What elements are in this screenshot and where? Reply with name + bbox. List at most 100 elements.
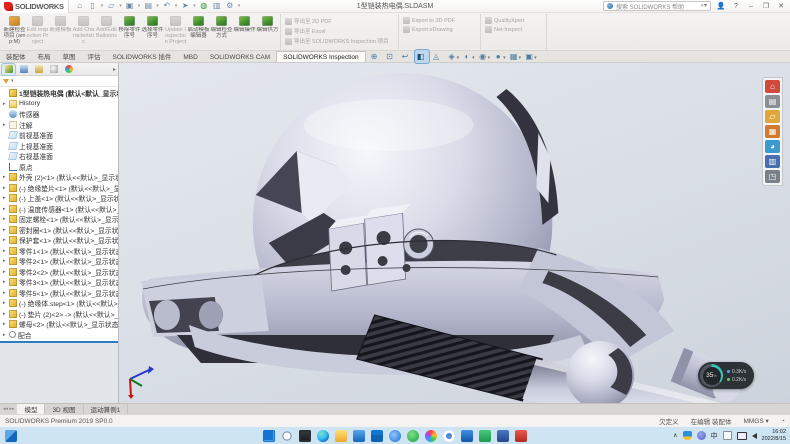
heads-up-button[interactable]: ◐ [461, 50, 476, 63]
ribbon-menu-item[interactable]: QualityXpert [485, 17, 543, 24]
document-tab[interactable]: 模型 [17, 404, 45, 414]
ribbon-button[interactable]: 编辑操作 [233, 14, 256, 50]
tray-chevron-icon[interactable]: ∧ [673, 432, 677, 439]
help-button[interactable]: ? [731, 3, 741, 10]
tab-configurations[interactable] [32, 64, 45, 75]
tree-item[interactable]: 零件2<2> (默认<<默认>_显示状态- [0, 267, 118, 278]
tree-item[interactable]: 1型铠装热电偶 (默认<默认_显示状态-1 [0, 88, 118, 99]
network-monitor-widget[interactable]: 35% 0.3K/s 0.2K/s [698, 362, 754, 389]
task-pane-tab[interactable]: ◳ [765, 170, 780, 183]
ribbon-button[interactable]: Edit Inspection Project [26, 14, 49, 50]
ribbon-menu-item[interactable]: Export to 3D PDF [403, 17, 477, 24]
heads-up-button[interactable]: ● [492, 50, 507, 63]
heads-up-button[interactable]: ⊕ [368, 50, 383, 63]
tree-item[interactable]: 注解 [0, 120, 118, 131]
save-icon[interactable]: ▣ [125, 1, 135, 11]
tree-item[interactable]: 前视基准面 [0, 130, 118, 141]
options-icon[interactable]: ⚙ [225, 1, 235, 11]
ribbon-tab[interactable]: 布局 [32, 49, 57, 62]
taskbar-app-icon[interactable] [479, 430, 491, 442]
ribbon-menu-item[interactable]: 导出至 SOLIDWORKS Inspection 项目 [285, 37, 395, 45]
ribbon-button[interactable]: 编辑供方 [256, 14, 279, 50]
taskbar-app-icon[interactable] [461, 430, 473, 442]
tree-item[interactable]: 右视基准面 [0, 151, 118, 162]
tab-feature-tree[interactable] [2, 64, 15, 75]
ribbon-button[interactable]: 编辑检查方式 [210, 14, 233, 50]
heads-up-button[interactable]: ◈ [446, 50, 461, 63]
ribbon-menu-item[interactable]: Net-Inspect [485, 26, 543, 33]
tab-dimxpert[interactable] [47, 64, 60, 75]
heads-up-button[interactable]: ▣ [523, 50, 538, 63]
tree-item[interactable]: 密封圈<1> (默认<<默认>_显示状态 [0, 225, 118, 236]
chevron-down-icon[interactable] [488, 52, 491, 61]
heads-up-button[interactable]: ⊡ [384, 50, 399, 63]
taskbar-app-icon[interactable] [317, 430, 329, 442]
tree-item[interactable]: 零件1<1> (默认<<默认>_显示状态- [0, 246, 118, 257]
ribbon-menu-item[interactable]: 导出至 Excel [285, 27, 395, 35]
taskbar-app-icon[interactable] [407, 430, 419, 442]
tree-item[interactable]: 保护套<1> (默认<<默认>_显示状态 [0, 235, 118, 246]
taskbar-app-icon[interactable] [335, 430, 347, 442]
tree-item[interactable]: 原点 [0, 162, 118, 173]
tree-item[interactable]: 上视基准面 [0, 141, 118, 152]
tree-item[interactable]: (-) 绝缘垫片<1> (默认<<默认>_显示 [0, 183, 118, 194]
search-icon[interactable]: ⌕▾ [701, 2, 707, 10]
task-pane-tab[interactable]: ▤ [765, 95, 780, 108]
ribbon-button[interactable]: 启动模板编辑器 [187, 14, 210, 50]
ribbon-button[interactable]: 新建检查项目 (amp:M) [3, 14, 26, 50]
chevron-down-icon[interactable] [519, 52, 522, 61]
taskbar-app-icon[interactable] [299, 430, 311, 442]
taskbar-app-icon[interactable] [497, 430, 509, 442]
home-icon[interactable]: ⌂ [75, 1, 85, 11]
select-icon[interactable]: ➤ [180, 1, 190, 11]
status-options-icon[interactable]: ◔ [781, 418, 785, 425]
graphics-viewport[interactable]: ⌂ ▤ ▱ ▦ ◕ [119, 63, 790, 403]
document-tab[interactable]: 运动算例1 [84, 404, 129, 414]
taskbar-app-icon[interactable] [371, 430, 383, 442]
chevron-down-icon[interactable] [534, 52, 537, 61]
units-selector[interactable]: MMGS ▾ [743, 417, 768, 425]
task-pane-tab[interactable]: ◕ [765, 140, 780, 153]
tree-item[interactable]: 零件2<1> (默认<<默认>_显示状态- [0, 256, 118, 267]
widgets-icon[interactable] [5, 430, 17, 442]
task-pane-tab[interactable]: ⌂ [765, 80, 780, 93]
tab-display-manager[interactable] [62, 64, 75, 75]
touch-keyboard-icon[interactable] [723, 431, 732, 440]
heads-up-button[interactable]: ▦ [508, 50, 523, 63]
taskbar-app-icon[interactable] [353, 430, 365, 442]
taskbar-app-icon[interactable] [515, 430, 527, 442]
tree-item[interactable]: (-) 绝缘体.step<1> (默认<<默认>_ [0, 298, 118, 309]
heads-up-button[interactable]: ◧ [415, 50, 430, 63]
heads-up-button[interactable]: ↩ [399, 50, 414, 63]
taskbar-app-icon[interactable] [263, 430, 275, 442]
tree-item[interactable]: 零件5<1> (默认<<默认>_显示状态- [0, 288, 118, 299]
ribbon-tab[interactable]: SOLIDWORKS CAM [204, 52, 276, 62]
tree-item[interactable]: (-) 温度传感器<1> (默认<<默认>_显 [0, 204, 118, 215]
chevron-down-icon[interactable] [457, 52, 460, 61]
ribbon-button[interactable]: 新建模板 [49, 14, 72, 50]
tab-scroll-buttons[interactable]: ◂◂ ▸▸ [0, 404, 17, 414]
help-search-box[interactable]: 搜索 SOLIDWORKS 帮助 ⌕▾ [603, 1, 711, 11]
task-pane-tab[interactable]: ▦ [765, 125, 780, 138]
clock[interactable]: 16:02 2022/8/15 [762, 429, 786, 442]
ribbon-tab[interactable]: SOLIDWORKS Inspection [276, 51, 366, 62]
close-button[interactable]: ✕ [776, 2, 786, 10]
security-shield-icon[interactable] [683, 431, 692, 440]
tree-item[interactable]: (-) 垫片 (2)<2> -> (默认<<默认>_显 [0, 309, 118, 320]
defender-icon[interactable] [697, 431, 706, 440]
tree-item[interactable]: 固定螺栓<1> (默认<<默认>_显示状 [0, 214, 118, 225]
login-icon[interactable]: 👤 [716, 2, 726, 10]
new-document-icon[interactable]: ▯ [88, 1, 98, 11]
task-pane-tab[interactable]: ▱ [765, 110, 780, 123]
ribbon-button[interactable]: Update Inspection Project [164, 14, 187, 50]
taskbar-app-icon[interactable] [281, 430, 293, 442]
tree-item[interactable]: History [0, 99, 118, 110]
file-properties-icon[interactable]: ▥ [212, 1, 222, 11]
display-icon[interactable] [737, 432, 747, 440]
tree-item[interactable]: 传感器 [0, 109, 118, 120]
chevron-down-icon[interactable] [472, 52, 475, 61]
speaker-icon[interactable] [752, 433, 757, 439]
document-tab[interactable]: 3D 视图 [45, 404, 83, 414]
open-icon[interactable]: ▱ [106, 1, 116, 11]
ribbon-button[interactable]: 选择零件序号 [141, 14, 164, 50]
